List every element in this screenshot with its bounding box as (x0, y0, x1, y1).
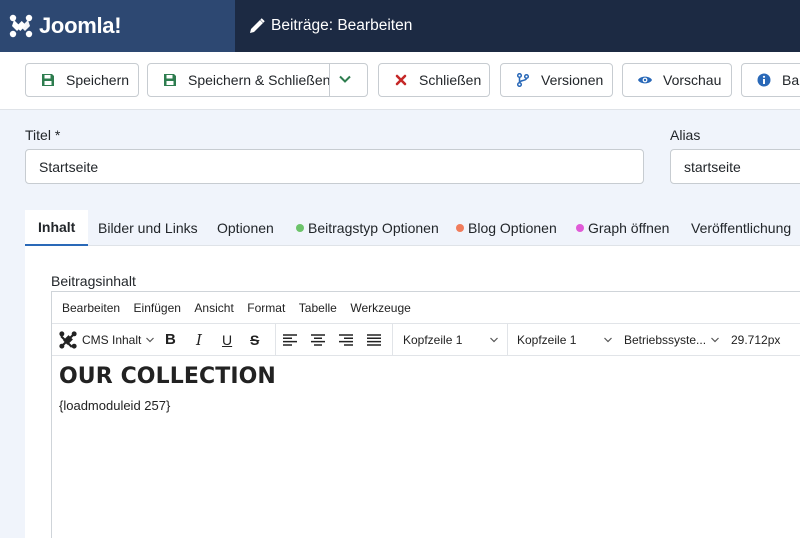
menu-ansicht[interactable]: Ansicht (194, 301, 233, 315)
green-dot-icon (296, 224, 304, 232)
editor-content-area[interactable]: OUR COLLECTION {loadmoduleid 257} (52, 356, 800, 538)
menu-tabelle[interactable]: Tabelle (299, 301, 337, 315)
align-left-icon[interactable] (283, 324, 298, 355)
tab-graph-oeffnen[interactable]: Graph öffnen (576, 210, 669, 246)
bold-icon[interactable]: B (165, 324, 176, 355)
save-button[interactable]: Speichern (25, 63, 139, 97)
alias-input[interactable]: startseite (670, 149, 800, 184)
block-format-select-1[interactable]: Kopfzeile 1 (403, 324, 499, 355)
save-icon (40, 72, 56, 88)
tab-blog-optionen[interactable]: Blog Optionen (456, 210, 557, 246)
joomla-icon (58, 330, 78, 350)
tab-inhalt[interactable]: Inhalt (25, 210, 89, 246)
title-label: Titel * (25, 127, 61, 143)
title-input[interactable]: Startseite (25, 149, 644, 184)
toolbar-separator (507, 324, 508, 355)
tab-beitragstyp-optionen[interactable]: Beitragstyp Optionen (296, 210, 439, 246)
font-family-select[interactable]: Betriebssyste... (624, 324, 720, 355)
save-close-button-label: Speichern & Schließen (188, 72, 331, 88)
content-paragraph: {loadmoduleid 257} (59, 398, 171, 413)
tab-label: Bilder und Links (98, 220, 198, 236)
toolbar-separator (392, 324, 393, 355)
tab-bar: Inhalt Bilder und Links Optionen Beitrag… (25, 210, 800, 246)
chevron-down-icon[interactable] (338, 72, 352, 89)
block-format-value: Kopfzeile 1 (517, 332, 577, 347)
page-title: Beiträge: Bearbeiten (249, 0, 412, 52)
pink-dot-icon (576, 224, 584, 232)
underline-icon[interactable]: U (222, 324, 232, 355)
italic-icon[interactable]: I (196, 324, 202, 355)
menu-format[interactable]: Format (247, 301, 285, 315)
tab-label: Optionen (217, 220, 274, 236)
tab-label: Veröffentlichung (691, 220, 792, 236)
editor-menubar: Bearbeiten Einfügen Ansicht Format Tabel… (52, 292, 800, 324)
code-branch-icon (515, 72, 531, 88)
chevron-down-icon (710, 335, 720, 345)
app-header: Joomla! Beiträge: Bearbeiten (0, 0, 800, 52)
versions-button[interactable]: Versionen (500, 63, 613, 97)
save-icon (162, 72, 178, 88)
strikethrough-icon[interactable]: S (250, 324, 259, 355)
align-center-icon[interactable] (311, 324, 326, 355)
menu-einfuegen[interactable]: Einfügen (134, 301, 181, 315)
menu-werkzeuge[interactable]: Werkzeuge (350, 301, 410, 315)
font-size-select[interactable]: 29.712px (731, 324, 780, 355)
block-format-select-2[interactable]: Kopfzeile 1 (517, 324, 613, 355)
align-justify-icon[interactable] (367, 324, 382, 355)
joomla-logo[interactable]: Joomla! (0, 0, 235, 52)
preview-button-label: Vorschau (663, 72, 722, 88)
font-size-value: 29.712px (731, 332, 781, 347)
page-title-text: Beiträge: Bearbeiten (271, 17, 413, 34)
tab-label: Graph öffnen (588, 220, 670, 236)
rich-text-editor: Bearbeiten Einfügen Ansicht Format Tabel… (51, 291, 800, 538)
chevron-down-icon (489, 335, 499, 345)
editor-label: Beitragsinhalt (51, 273, 136, 289)
toolbar-separator (275, 324, 276, 355)
close-button[interactable]: Schließen (378, 63, 490, 97)
toolbar: Speichern Speichern & Schließen Schließe… (0, 52, 800, 110)
close-button-label: Schließen (419, 72, 482, 88)
close-icon (393, 72, 409, 88)
alias-label: Alias (670, 127, 701, 143)
help-button-label: Ba (782, 72, 800, 88)
pencil-icon (249, 18, 265, 34)
preview-button[interactable]: Vorschau (622, 63, 732, 97)
block-format-value: Kopfzeile 1 (403, 332, 463, 347)
tab-optionen[interactable]: Optionen (217, 210, 274, 246)
chevron-down-icon (145, 335, 155, 345)
logo-text: Joomla! (39, 13, 122, 38)
tab-bilder-links[interactable]: Bilder und Links (98, 210, 198, 246)
tab-label: Blog Optionen (468, 220, 557, 236)
font-family-value: Betriebssyste... (624, 332, 707, 347)
button-divider (329, 64, 330, 96)
eye-icon (637, 72, 653, 88)
joomla-logo-icon (9, 14, 33, 38)
chevron-down-icon (603, 335, 613, 345)
help-button[interactable]: Ba (741, 63, 800, 97)
tab-label: Beitragstyp Optionen (308, 220, 439, 236)
align-right-icon[interactable] (339, 324, 354, 355)
orange-dot-icon (456, 224, 464, 232)
cms-content-dropdown[interactable]: CMS Inhalt (58, 324, 155, 355)
tab-veroeffentlichung[interactable]: Veröffentlichung (691, 210, 791, 246)
info-icon (756, 72, 772, 88)
cms-content-label: CMS Inhalt (82, 332, 142, 347)
save-button-label: Speichern (66, 72, 130, 88)
content-heading: OUR COLLECTION (59, 364, 276, 389)
editor-toolbar: CMS Inhalt B I U S Kopfzeile 1 Kopfzeile… (52, 324, 800, 356)
tab-label: Inhalt (38, 219, 76, 235)
menu-bearbeiten[interactable]: Bearbeiten (62, 301, 120, 315)
versions-button-label: Versionen (541, 72, 604, 88)
save-close-button[interactable]: Speichern & Schließen (147, 63, 368, 97)
